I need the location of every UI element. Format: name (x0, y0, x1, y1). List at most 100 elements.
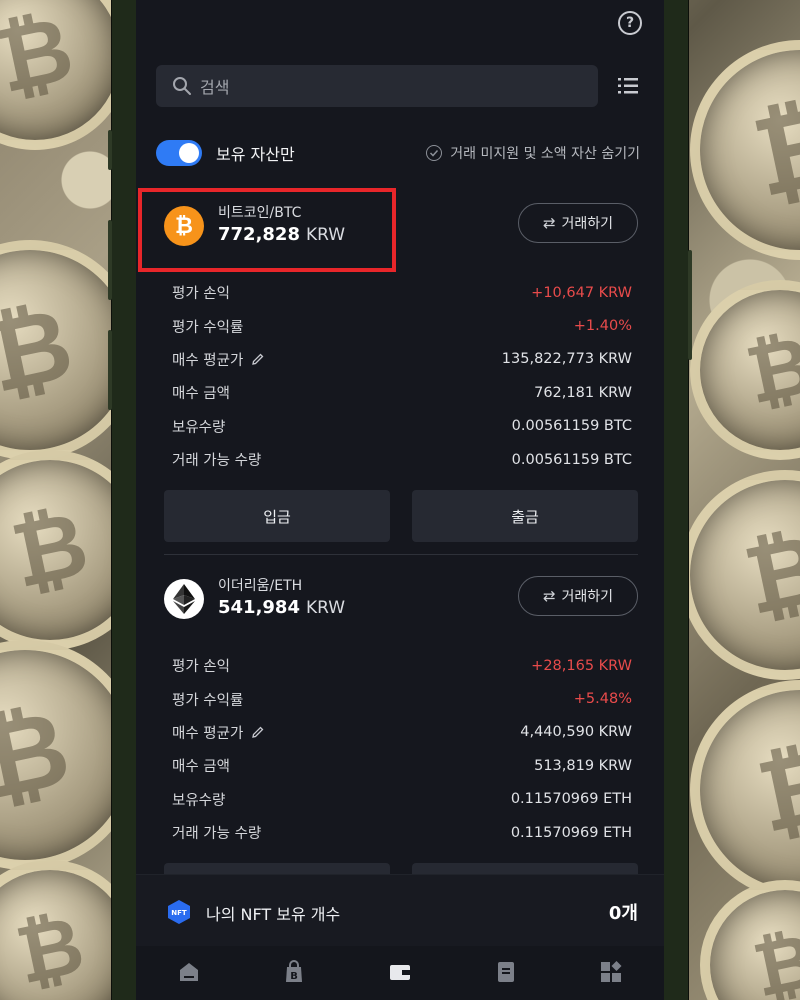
home-icon (179, 963, 198, 981)
detail-value: 0.11570969 ETH (510, 824, 632, 841)
detail-row: 매수 평균가 135,822,773 KRW (164, 343, 638, 376)
detail-value: 135,822,773 KRW (501, 351, 632, 368)
nft-count: 0개 (608, 903, 638, 924)
ethereum-icon (164, 579, 204, 619)
coin-image: ₿ (680, 470, 800, 680)
svg-text:B: B (291, 971, 299, 982)
wallet-icon (389, 965, 410, 980)
asset-card-btc: ₿ 비트코인/BTC 772,828 KRW ⇄ 거래하기 평가 손익 +10,6… (138, 188, 638, 556)
asset-value: 541,984 KRW (218, 597, 345, 618)
detail-value: 762,181 KRW (534, 384, 632, 401)
search-input[interactable]: 검색 (156, 65, 598, 107)
detail-label: 평가 손익 (172, 659, 230, 676)
filter-row: 보유 자산만 거래 미지원 및 소액 자산 숨기기 (156, 138, 648, 168)
asset-name: 이더리움/ETH (218, 578, 303, 594)
asset-details: 평가 손익 +10,647 KRW 평가 수익률 +1.40% 매수 평균가 1… (164, 276, 638, 476)
list-view-icon[interactable] (618, 76, 638, 96)
nft-summary-bar[interactable]: NFT 나의 NFT 보유 개수 0개 (136, 874, 664, 947)
hide-small-assets-checkbox[interactable]: 거래 미지원 및 소액 자산 숨기기 (426, 143, 640, 163)
detail-row: 매수 평균가 4,440,590 KRW (164, 716, 638, 749)
detail-label: 보유수량 (172, 419, 226, 436)
deposit-button[interactable]: 입금 (164, 490, 390, 543)
detail-row: 평가 수익률 +1.40% (164, 309, 638, 342)
detail-value: +1.40% (573, 318, 632, 335)
coin-image: ₿ (690, 680, 800, 900)
phone-side-button (108, 130, 112, 170)
toggle-knob (179, 143, 199, 163)
asset-details: 평가 손익 +28,165 KRW 평가 수익률 +5.48% 매수 평균가 4… (164, 649, 638, 849)
asset-currency: KRW (305, 225, 346, 245)
detail-label: 평가 수익률 (172, 692, 244, 709)
asset-card-eth: 이더리움/ETH 541,984 KRW ⇄ 거래하기 평가 손익 +28,165… (164, 571, 638, 916)
trade-label: 거래하기 (561, 216, 614, 232)
detail-label: 평가 수익률 (172, 319, 244, 336)
bitcoin-icon: ₿ (164, 206, 204, 246)
detail-value: 0.00561159 BTC (511, 451, 632, 468)
detail-label: 매수 평균가 (172, 725, 244, 742)
phone-frame: ? 검색 보유 자산만 거래 미지원 및 소액 자산 숨기기 ₿ 비트코인/BT… (108, 0, 692, 1000)
swap-icon: ⇄ (542, 214, 556, 232)
phone-side-button (688, 250, 692, 360)
coin-image: ₿ (700, 880, 800, 1000)
asset-header: ₿ 비트코인/BTC 772,828 KRW ⇄ 거래하기 (138, 188, 638, 272)
asset-actions: 입금 출금 (164, 490, 638, 543)
detail-label: 매수 금액 (172, 759, 230, 776)
check-icon (426, 145, 443, 161)
detail-row: 평가 수익률 +5.48% (164, 682, 638, 715)
detail-label: 거래 가능 수량 (172, 453, 262, 470)
swap-icon: ⇄ (542, 587, 556, 605)
detail-label: 거래 가능 수량 (172, 826, 262, 843)
detail-row: 평가 손익 +10,647 KRW (164, 276, 638, 309)
hide-small-assets-label: 거래 미지원 및 소액 자산 숨기기 (450, 146, 640, 162)
tab-assets[interactable] (360, 946, 440, 1000)
detail-value: 4,440,590 KRW (520, 724, 632, 741)
tab-products[interactable]: B (254, 946, 334, 1000)
bitcoin-bag-icon: B (286, 960, 303, 982)
detail-row: 보유수량 0.11570969 ETH (164, 783, 638, 816)
detail-value: +10,647 KRW (531, 284, 632, 301)
trade-button[interactable]: ⇄ 거래하기 (518, 203, 638, 243)
tab-history[interactable] (466, 946, 546, 1000)
nft-icon: NFT (168, 900, 190, 924)
detail-value: +28,165 KRW (531, 657, 632, 674)
detail-label: 보유수량 (172, 792, 226, 809)
grid-icon (601, 961, 622, 982)
divider (164, 554, 638, 556)
coin-image: ₿ (690, 280, 800, 460)
nft-label: 나의 NFT 보유 개수 (206, 905, 341, 924)
bottom-tab-bar: B (136, 946, 664, 1000)
phone-side-button (108, 220, 112, 300)
detail-label: 매수 금액 (172, 386, 230, 403)
search-icon (173, 77, 191, 95)
tab-home[interactable] (149, 946, 229, 1000)
holdings-only-toggle[interactable] (156, 140, 202, 166)
tab-more[interactable] (571, 946, 651, 1000)
asset-amount: 541,984 (218, 597, 300, 618)
detail-value: 513,819 KRW (534, 757, 632, 774)
detail-row: 매수 금액 513,819 KRW (164, 749, 638, 782)
detail-label-wrap: 매수 평균가 (172, 349, 265, 370)
coin-image: ₿ (0, 0, 130, 150)
detail-value: 0.11570969 ETH (510, 791, 632, 808)
withdraw-button[interactable]: 출금 (412, 490, 638, 543)
detail-row: 평가 손익 +28,165 KRW (164, 649, 638, 682)
detail-row: 매수 금액 762,181 KRW (164, 376, 638, 409)
detail-row: 보유수량 0.00561159 BTC (164, 410, 638, 443)
coin-image: ₿ (690, 40, 800, 260)
asset-value: 772,828 KRW (218, 224, 345, 245)
detail-row: 거래 가능 수량 0.00561159 BTC (164, 443, 638, 476)
pencil-icon[interactable] (251, 725, 265, 739)
help-icon[interactable]: ? (618, 11, 642, 35)
detail-label: 매수 평균가 (172, 352, 244, 369)
trade-button[interactable]: ⇄ 거래하기 (518, 576, 638, 616)
detail-value: 0.00561159 BTC (511, 418, 632, 435)
svg-text:NFT: NFT (171, 909, 187, 917)
asset-currency: KRW (305, 598, 346, 618)
detail-label: 평가 손익 (172, 286, 230, 303)
detail-label-wrap: 매수 평균가 (172, 722, 265, 743)
trade-label: 거래하기 (561, 589, 614, 605)
document-icon (497, 962, 514, 982)
detail-row: 거래 가능 수량 0.11570969 ETH (164, 816, 638, 849)
pencil-icon[interactable] (251, 352, 265, 366)
asset-amount: 772,828 (218, 224, 300, 245)
